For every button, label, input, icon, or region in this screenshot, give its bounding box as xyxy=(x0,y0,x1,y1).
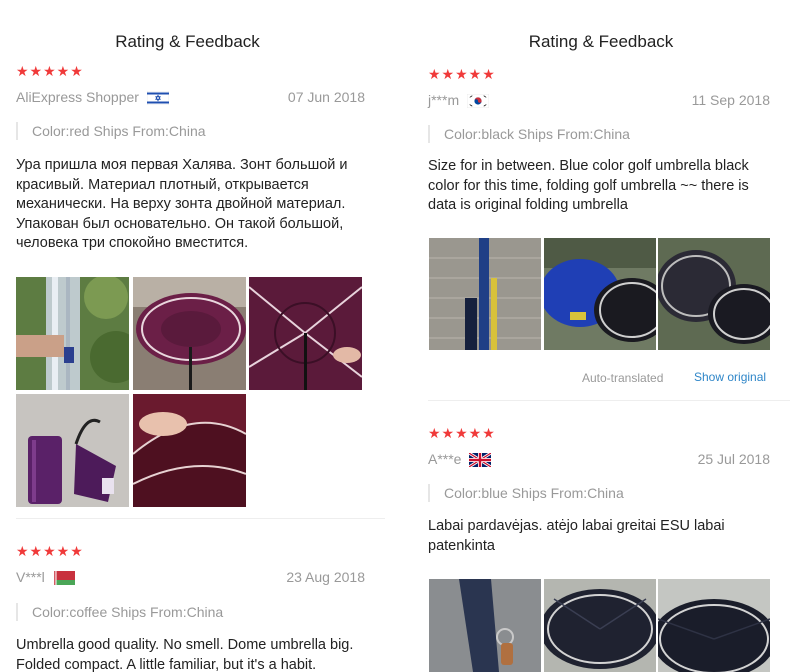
review-photo[interactable] xyxy=(544,579,656,672)
review-date: 07 Jun 2018 xyxy=(287,89,365,105)
reviewer-name: V***l xyxy=(16,569,45,585)
sku-info: Color:coffee Ships From:China xyxy=(16,603,223,621)
sku-info: Color:red Ships From:China xyxy=(16,122,206,140)
reviewer-name: AliExpress Shopper xyxy=(16,89,139,105)
review-photo[interactable] xyxy=(429,579,541,672)
review-photo[interactable] xyxy=(658,579,770,672)
star-rating: ★★★★★ xyxy=(16,543,84,559)
star-rating: ★★★★★ xyxy=(16,63,84,79)
uk-flag-icon xyxy=(468,452,493,469)
feedback-header-title: Rating & Feedback xyxy=(115,32,260,51)
review-photo[interactable] xyxy=(544,238,656,350)
reviewer-info: AliExpress Shopper 07 Jun 2018 xyxy=(16,87,365,107)
reviewer-name: j***m xyxy=(428,92,460,108)
review-text: Size for in between. Blue color golf umb… xyxy=(428,158,749,213)
review-date: 11 Sep 2018 xyxy=(691,92,770,108)
israel-flag-icon xyxy=(146,90,170,106)
star-rating: ★★★★★ xyxy=(428,425,496,441)
review-photo[interactable] xyxy=(249,277,362,390)
show-original-link[interactable]: Show original xyxy=(694,370,766,384)
review-text: Umbrella good quality. No smell. Dome um… xyxy=(16,637,354,672)
review-text: Labai pardavėjas. atėjo labai greitai ES… xyxy=(428,518,725,554)
review-photo[interactable] xyxy=(429,238,541,350)
reviewer-info: V***l 23 Aug 2018 xyxy=(16,567,365,587)
belarus-flag-icon xyxy=(52,570,75,586)
reviewer-info: j***m 11 Sep 2018 xyxy=(428,90,770,110)
review-photo[interactable] xyxy=(133,394,246,507)
review-date: 23 Aug 2018 xyxy=(286,569,365,585)
review-photo[interactable] xyxy=(16,394,129,507)
review-photo[interactable] xyxy=(16,277,129,390)
right-feedback-panel: Rating & Feedback ★★★★★ j***m 11 Sep 201… xyxy=(412,0,790,672)
reviewer-info: A***e 25 Jul 2018 xyxy=(428,449,770,469)
review-text: Ура пришла моя первая Халява. Зонт больш… xyxy=(16,157,348,251)
sku-info: Color:blue Ships From:China xyxy=(428,484,624,502)
review-divider xyxy=(428,400,790,401)
review-divider xyxy=(16,518,385,519)
left-feedback-panel: Rating & Feedback ★★★★★ AliExpress Shopp… xyxy=(0,0,385,672)
panel-gap xyxy=(386,0,410,672)
sku-info: Color:black Ships From:China xyxy=(428,125,630,143)
reviewer-name: A***e xyxy=(428,451,462,467)
auto-translated-label: Auto-translated xyxy=(582,371,664,385)
star-rating: ★★★★★ xyxy=(428,66,496,82)
review-date: 25 Jul 2018 xyxy=(697,451,770,467)
review-photo[interactable] xyxy=(658,238,770,350)
review-photo[interactable] xyxy=(133,277,246,390)
south-korea-flag-icon xyxy=(466,93,490,109)
feedback-header-title: Rating & Feedback xyxy=(528,32,674,51)
